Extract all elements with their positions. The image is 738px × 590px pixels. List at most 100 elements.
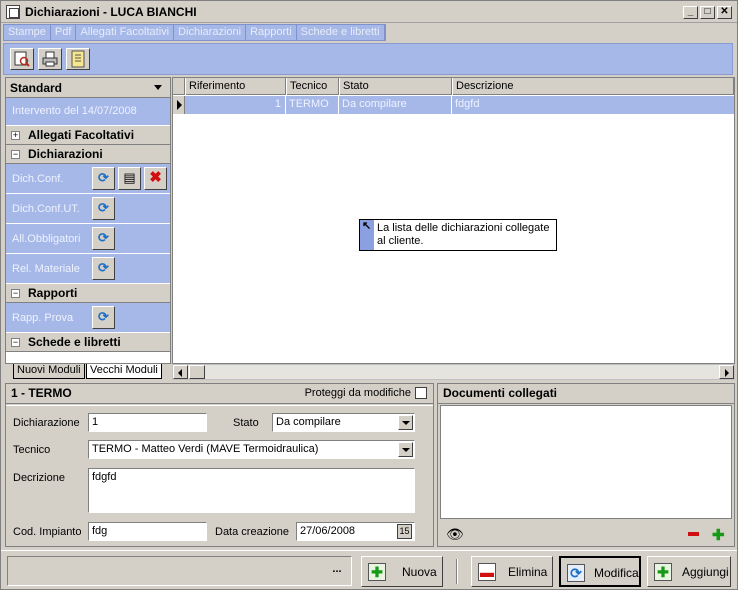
- label-stato: Stato: [233, 417, 259, 429]
- preview-button[interactable]: [10, 48, 34, 70]
- print-button[interactable]: ▤: [118, 167, 141, 190]
- sidebar-item-rapp-prova[interactable]: Rapp. Prova ⟳: [6, 303, 170, 333]
- menu-bar: Stampe Pdf Allegati Facoltativi Dichiara…: [3, 24, 386, 41]
- sidebar-header-label: Standard: [10, 81, 63, 95]
- group-title: Rapporti: [28, 286, 78, 300]
- modifica-button[interactable]: ⟳ Modifica: [559, 556, 641, 587]
- plus-icon: ✚: [368, 563, 386, 581]
- eye-icon[interactable]: 👁: [446, 526, 464, 543]
- ellipsis-button[interactable]: ...: [327, 563, 347, 581]
- elimina-button[interactable]: ▬ Elimina: [471, 556, 553, 587]
- documents-panel: Documenti collegati 👁 ✚: [437, 383, 735, 547]
- print-icon: ▤: [123, 170, 136, 185]
- detail-panel: 1 - TERMO Proteggi da modifiche Dichiara…: [5, 383, 434, 547]
- delete-icon: ✖: [149, 169, 162, 186]
- menu-dichiarazioni[interactable]: Dichiarazioni: [174, 25, 247, 40]
- descrizione-textarea[interactable]: fdgfd: [88, 468, 415, 513]
- group-schede-e-libretti[interactable]: − Schede e libretti: [6, 333, 170, 352]
- refresh-button[interactable]: ⟳: [92, 257, 115, 280]
- plus-icon[interactable]: ✚: [712, 526, 725, 544]
- calendar-icon[interactable]: 15: [397, 524, 412, 539]
- chevron-down-icon: [398, 415, 413, 430]
- cell-stato: Da compilare: [339, 96, 452, 114]
- menu-allegati-facoltativi[interactable]: Allegati Facoltativi: [76, 25, 175, 40]
- cell-riferimento: 1: [185, 96, 286, 114]
- sidebar-item-dich-conf-ut[interactable]: Dich.Conf.UT. ⟳: [6, 194, 170, 224]
- grid-header: Riferimento Tecnico Stato Descrizione: [173, 78, 734, 95]
- print-button[interactable]: [38, 48, 62, 70]
- scroll-right-button[interactable]: [719, 365, 734, 379]
- menu-pdf[interactable]: Pdf: [51, 25, 77, 40]
- protect-checkbox[interactable]: [415, 387, 427, 399]
- group-title: Allegati Facoltativi: [28, 128, 135, 142]
- detail-title: 1 - TERMO: [11, 386, 72, 400]
- separator: [456, 559, 458, 584]
- nuova-button[interactable]: ✚ Nuova: [361, 556, 443, 587]
- group-rapporti[interactable]: − Rapporti: [6, 284, 170, 303]
- status-field: ...: [7, 556, 352, 586]
- detail-header: 1 - TERMO Proteggi da modifiche: [6, 384, 433, 404]
- refresh-button[interactable]: ⟳: [92, 167, 115, 190]
- tab-vecchi-moduli[interactable]: Vecchi Moduli: [86, 364, 162, 379]
- label-tecnico: Tecnico: [13, 444, 51, 456]
- dichiarazioni-window: Dichiarazioni - LUCA BIANCHI _ □ ✕ Stamp…: [0, 0, 738, 590]
- row-selector-header: [173, 78, 185, 95]
- chevron-down-icon: [398, 442, 413, 457]
- refresh-button[interactable]: ⟳: [92, 306, 115, 329]
- app-icon: [6, 5, 20, 19]
- sidebar-item-intervento[interactable]: Intervento del 14/07/2008: [6, 98, 170, 126]
- minus-icon[interactable]: [688, 532, 699, 536]
- stato-select[interactable]: Da compilare: [272, 413, 415, 432]
- aggiungi-label: Aggiungi: [682, 565, 729, 579]
- column-tecnico[interactable]: Tecnico: [286, 78, 339, 95]
- column-stato[interactable]: Stato: [339, 78, 452, 95]
- data-creazione-value: 27/06/2008: [300, 525, 356, 537]
- arrow-left-icon: [178, 369, 182, 377]
- scroll-thumb[interactable]: [189, 365, 205, 379]
- sidebar-item-rel-materiale[interactable]: Rel. Materiale ⟳: [6, 254, 170, 284]
- tab-nuovi-moduli[interactable]: Nuovi Moduli: [13, 364, 85, 379]
- refresh-button[interactable]: ⟳: [92, 197, 115, 220]
- menu-stampe[interactable]: Stampe: [4, 25, 51, 40]
- action-bar: ... ✚ Nuova ▬ Elimina ⟳ Modifica ✚ Aggiu…: [1, 550, 737, 589]
- aggiungi-button[interactable]: ✚ Aggiungi: [647, 556, 731, 587]
- maximize-button[interactable]: □: [700, 6, 715, 19]
- menu-rapporti[interactable]: Rapporti: [246, 25, 297, 40]
- grid-horizontal-scrollbar[interactable]: [172, 364, 735, 380]
- sidebar-item-label: Dich.Conf.: [12, 173, 64, 185]
- close-button[interactable]: ✕: [717, 6, 732, 19]
- modifica-label: Modifica: [594, 566, 639, 580]
- delete-button[interactable]: ✖: [144, 167, 167, 190]
- data-creazione-field[interactable]: 27/06/2008 15: [296, 522, 415, 541]
- tecnico-value: TERMO - Matteo Verdi (MAVE Termoidraulic…: [92, 443, 319, 455]
- menu-schede-e-libretti[interactable]: Schede e libretti: [297, 25, 385, 40]
- documents-list[interactable]: [440, 405, 732, 519]
- stato-value: Da compilare: [276, 416, 341, 428]
- group-allegati-facoltativi[interactable]: + Allegati Facoltativi: [6, 126, 170, 145]
- window-title: Dichiarazioni - LUCA BIANCHI: [25, 5, 197, 19]
- label-cod-impianto: Cod. Impianto: [13, 526, 82, 538]
- minimize-button[interactable]: _: [683, 6, 698, 19]
- table-row[interactable]: 1 TERMO Da compilare fdgfd: [173, 96, 734, 114]
- plus-icon: ✚: [654, 563, 672, 581]
- refresh-button[interactable]: ⟳: [92, 227, 115, 250]
- document-button[interactable]: [66, 48, 90, 70]
- group-title: Schede e libretti: [28, 335, 121, 349]
- sidebar-item-label: Rel. Materiale: [12, 263, 80, 275]
- cod-impianto-field[interactable]: fdg: [88, 522, 207, 541]
- sidebar-item-all-obbligatori[interactable]: All.Obbligatori ⟳: [6, 224, 170, 254]
- elimina-label: Elimina: [508, 565, 548, 579]
- grid-tooltip: La lista delle dichiarazioni collegate a…: [359, 219, 557, 251]
- pointer-icon: [360, 220, 374, 250]
- group-title: Dichiarazioni: [28, 147, 103, 161]
- column-riferimento[interactable]: Riferimento: [185, 78, 286, 95]
- cell-tecnico: TERMO: [286, 96, 339, 114]
- tecnico-select[interactable]: TERMO - Matteo Verdi (MAVE Termoidraulic…: [88, 440, 415, 459]
- dichiarazione-field[interactable]: 1: [88, 413, 207, 432]
- scroll-left-button[interactable]: [173, 365, 188, 379]
- group-dichiarazioni[interactable]: − Dichiarazioni: [6, 145, 170, 164]
- sidebar-dropdown[interactable]: Standard: [6, 78, 170, 98]
- label-dichiarazione: Dichiarazione: [13, 417, 80, 429]
- column-descrizione[interactable]: Descrizione: [452, 78, 734, 95]
- sidebar-item-dich-conf[interactable]: Dich.Conf. ⟳ ▤ ✖: [6, 164, 170, 194]
